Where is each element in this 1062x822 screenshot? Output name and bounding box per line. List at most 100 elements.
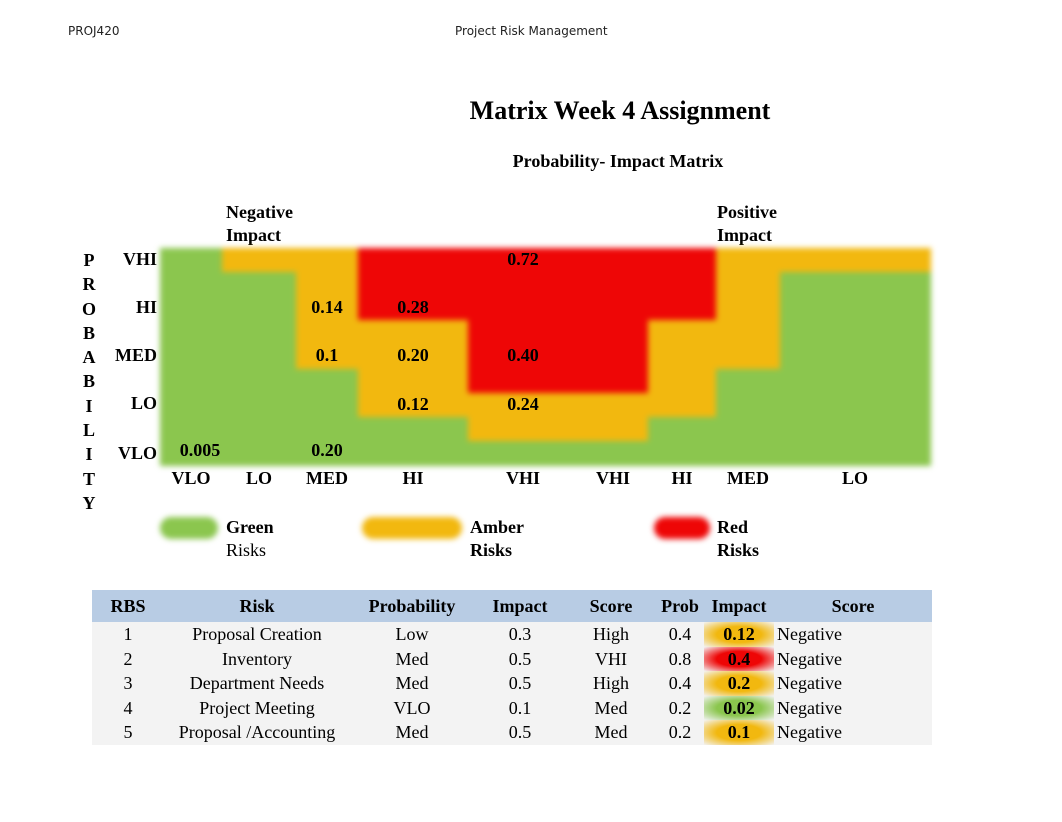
table-row: 5 Proposal /Accounting Med 0.5 Med 0.2 0.1 Nega…: [92, 720, 932, 745]
cell-prob: 0.2: [656, 720, 704, 745]
cell-prob: 0.8: [656, 646, 704, 671]
header-course-code: PROJ420: [68, 24, 120, 38]
row-label-vlo: VLO: [117, 443, 157, 463]
legend-amber-swatch: [362, 517, 462, 539]
cell-risk: Inventory: [164, 646, 350, 671]
row-label-vhi: VHI: [122, 249, 157, 269]
table-row: 3 Department Needs Med 0.5 High 0.4 0.2 Negativ…: [92, 671, 932, 696]
col-header-risk: Risk: [164, 590, 350, 622]
impact-label-vhi: VHI: [595, 468, 630, 488]
legend-green-line1: Green: [226, 517, 274, 537]
legend-green-line2: Risks: [226, 540, 267, 560]
cell-rbs: 3: [92, 671, 164, 696]
matrix-value: 0.005: [179, 439, 221, 460]
matrix-value: 0.20: [397, 345, 429, 366]
legend-amber-line2: Risks: [470, 540, 513, 560]
negative-impact-label: Negative Impact: [226, 201, 293, 247]
row-label-hi: HI: [135, 297, 157, 317]
cell-score: Med: [566, 695, 656, 720]
matrix-value: 0.72: [507, 249, 539, 269]
header-course-title: Project Risk Management: [455, 24, 608, 38]
legend-red-text: Red Risks: [717, 516, 759, 562]
col-header-score: Score: [566, 590, 656, 622]
row-label-lo: LO: [130, 393, 157, 413]
probability-letter: R: [82, 274, 96, 295]
impact-label-med: MED: [727, 468, 769, 488]
cell-score: High: [566, 671, 656, 696]
negative-label-line2: Impact: [226, 225, 281, 245]
col-header-impact-score: Impact: [704, 590, 774, 622]
legend-red-line1: Red: [717, 517, 748, 537]
cell-probability: Med: [350, 646, 474, 671]
matrix-value: 0.20: [311, 439, 343, 460]
legend-green-swatch: [160, 517, 218, 539]
negative-label-line1: Negative: [226, 202, 293, 222]
impact-label-vhi: VHI: [505, 468, 540, 488]
cell-risk: Project Meeting: [164, 695, 350, 720]
cell-probability: Low: [350, 622, 474, 647]
cell-impact: 0.5: [474, 671, 566, 696]
cell-prob: 0.2: [656, 695, 704, 720]
col-header-impact: Impact: [474, 590, 566, 622]
col-header-rbs: RBS: [92, 590, 164, 622]
page-title: Matrix Week 4 Assignment: [469, 96, 771, 125]
matrix-value: 0.24: [507, 393, 539, 414]
probability-letter: T: [82, 468, 95, 489]
cell-type: Negative: [774, 695, 932, 720]
matrix-title: Probability- Impact Matrix: [512, 151, 724, 171]
table-row: 1 Proposal Creation Low 0.3 High 0.4 0.12 Negat…: [92, 622, 932, 647]
cell-type: Negative: [774, 646, 932, 671]
legend-green-text: Green Risks: [226, 516, 274, 562]
probability-letter: L: [82, 420, 95, 441]
cell-probability: Med: [350, 671, 474, 696]
table-row: 2 Inventory Med 0.5 VHI 0.8 0.4 Negative: [92, 646, 932, 671]
cell-rbs: 5: [92, 720, 164, 745]
positive-label-line2: Impact: [717, 225, 772, 245]
impact-label-hi: HI: [402, 468, 424, 488]
impact-label-lo: LO: [245, 468, 272, 488]
legend-amber-line1: Amber: [470, 517, 524, 537]
legend-amber-text: Amber Risks: [470, 516, 524, 562]
cell-impact: 0.1: [474, 695, 566, 720]
matrix-values: 0.72 0.14 0.28 0.1 0.20 0.40 0.12 0.24 0.005 0.20: [160, 248, 930, 465]
cell-impact-score: 0.12: [704, 622, 774, 647]
cell-prob: 0.4: [656, 671, 704, 696]
impact-label-lo: LO: [841, 468, 868, 488]
impact-label-vlo: VLO: [171, 468, 211, 488]
legend-red-swatch: [654, 517, 710, 539]
risk-register-table: RBS Risk Probability Impact Score Prob I…: [92, 590, 932, 745]
row-label-med: MED: [115, 345, 157, 365]
table-header-row: RBS Risk Probability Impact Score Prob I…: [92, 590, 932, 622]
cell-score: VHI: [566, 646, 656, 671]
cell-score: Med: [566, 720, 656, 745]
cell-rbs: 1: [92, 622, 164, 647]
col-header-score-type: Score: [774, 590, 932, 622]
legend-red-line2: Risks: [717, 540, 760, 560]
cell-impact: 0.5: [474, 720, 566, 745]
cell-risk: Department Needs: [164, 671, 350, 696]
impact-axis-labels: VLO LO MED HI VHI VHI HI MED LO: [160, 468, 930, 492]
cell-prob: 0.4: [656, 622, 704, 647]
cell-risk: Proposal Creation: [164, 622, 350, 647]
matrix-value: 0.1: [315, 345, 339, 366]
cell-impact: 0.3: [474, 622, 566, 647]
matrix-value: 0.14: [311, 297, 343, 318]
table-row: 4 Project Meeting VLO 0.1 Med 0.2 0.02 Negative: [92, 695, 932, 720]
cell-type: Negative: [774, 671, 932, 696]
cell-probability: VLO: [350, 695, 474, 720]
cell-risk: Proposal /Accounting: [164, 720, 350, 745]
cell-rbs: 2: [92, 646, 164, 671]
matrix-value: 0.40: [507, 345, 539, 366]
cell-impact-score: 0.4: [704, 646, 774, 671]
cell-impact-score: 0.2: [704, 671, 774, 696]
probability-letter: Y: [82, 492, 96, 513]
probability-letter: B: [82, 371, 95, 392]
cell-rbs: 4: [92, 695, 164, 720]
col-header-probability: Probability: [350, 590, 474, 622]
cell-impact: 0.5: [474, 646, 566, 671]
cell-impact-score: 0.1: [704, 720, 774, 745]
cell-type: Negative: [774, 720, 932, 745]
cell-impact-score: 0.02: [704, 695, 774, 720]
cell-probability: Med: [350, 720, 474, 745]
positive-label-line1: Positive: [717, 202, 777, 222]
